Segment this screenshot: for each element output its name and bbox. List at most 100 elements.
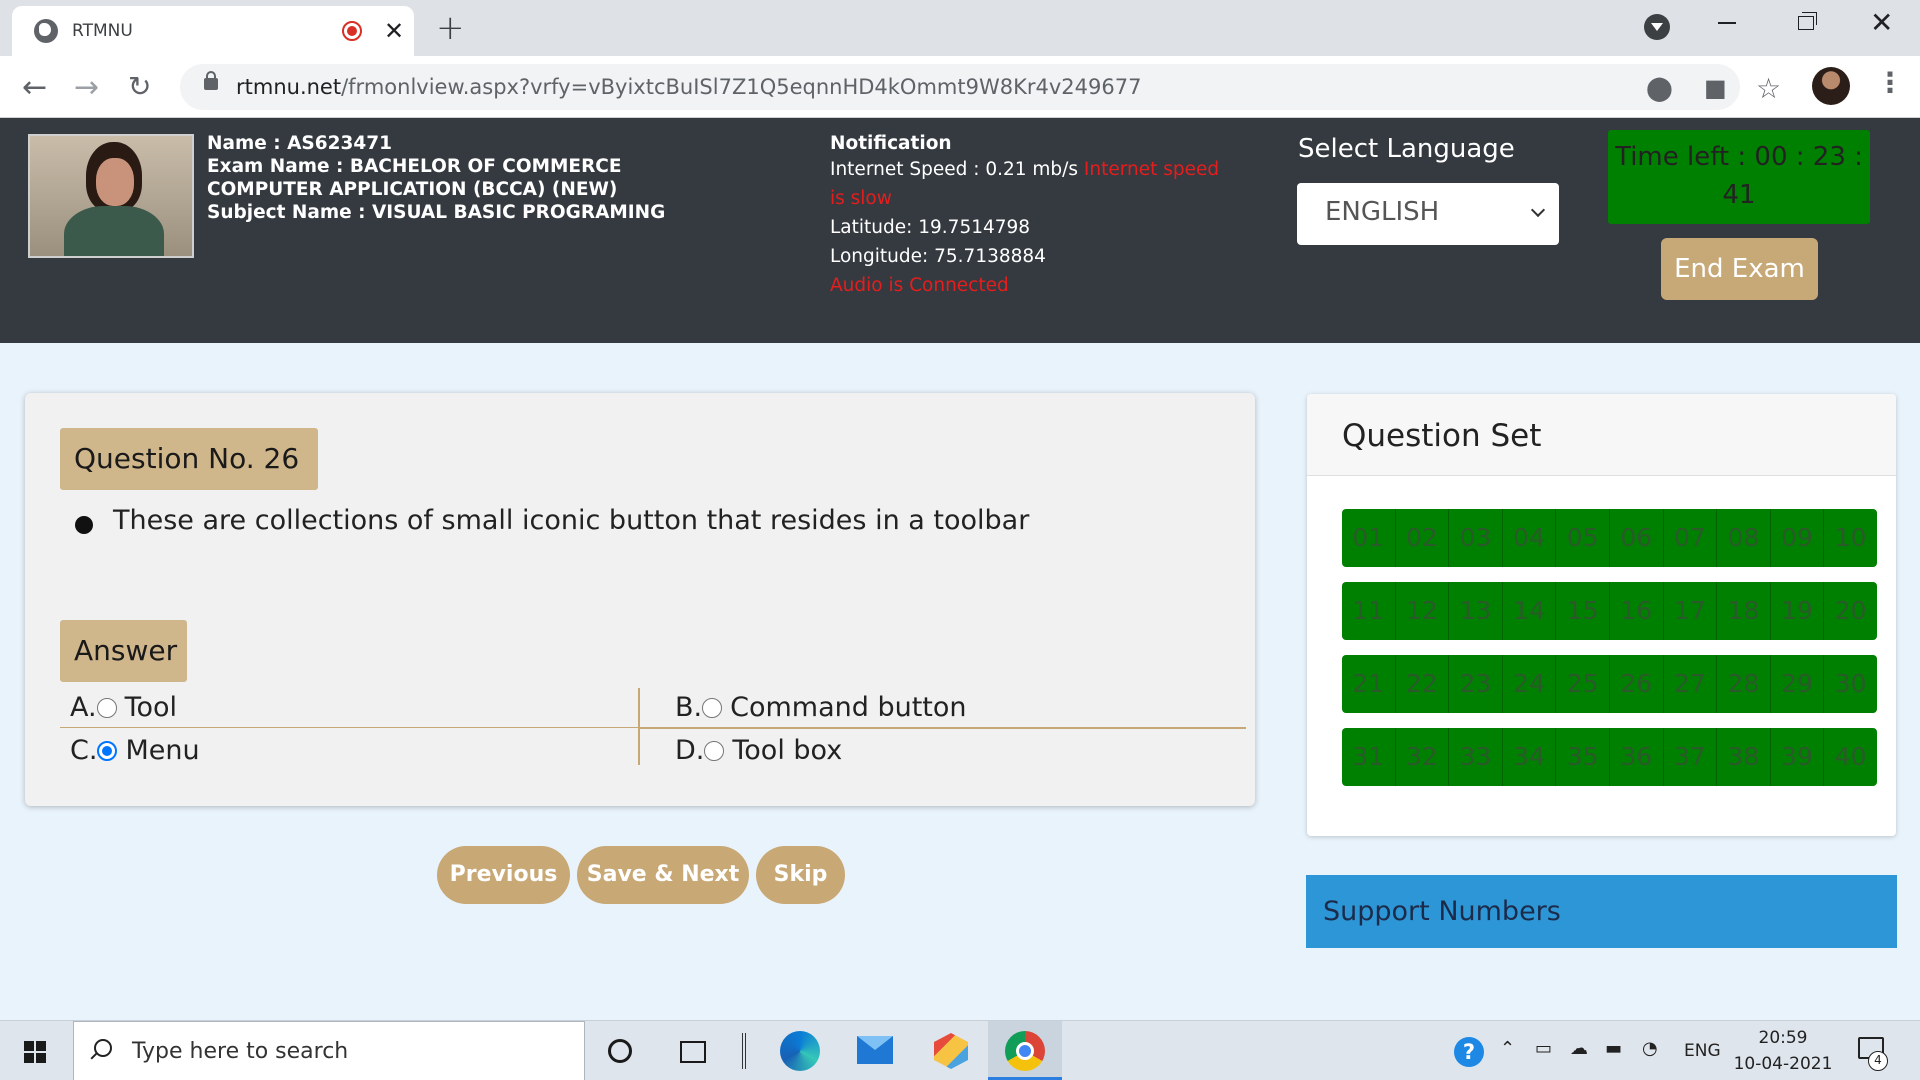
clock[interactable]: 20:59 10-04-2021 xyxy=(1730,1025,1836,1077)
question-link-29[interactable]: 29 xyxy=(1771,655,1825,713)
end-exam-button[interactable]: End Exam xyxy=(1661,238,1818,300)
question-link-35[interactable]: 35 xyxy=(1556,728,1610,786)
candidate-webcam-photo xyxy=(28,134,194,258)
windows-start-icon[interactable] xyxy=(24,1041,46,1063)
question-link-18[interactable]: 18 xyxy=(1717,582,1771,640)
question-link-24[interactable]: 24 xyxy=(1503,655,1557,713)
wifi-icon[interactable]: ◔ xyxy=(1642,1038,1658,1059)
tab-title: RTMNU xyxy=(72,21,133,41)
back-icon[interactable]: ← xyxy=(22,70,47,105)
question-link-38[interactable]: 38 xyxy=(1717,728,1771,786)
camera-icon[interactable]: ■ xyxy=(1704,74,1727,102)
mail-icon[interactable] xyxy=(857,1036,893,1064)
question-link-28[interactable]: 28 xyxy=(1717,655,1771,713)
question-link-04[interactable]: 04 xyxy=(1503,509,1557,567)
menu-dots-icon[interactable]: ⋮ xyxy=(1876,66,1904,99)
question-link-19[interactable]: 19 xyxy=(1771,582,1825,640)
tab-search-icon[interactable] xyxy=(1644,14,1670,40)
question-link-03[interactable]: 03 xyxy=(1449,509,1503,567)
question-link-27[interactable]: 27 xyxy=(1664,655,1718,713)
location-icon[interactable]: ⬤ xyxy=(1646,74,1673,102)
option-b[interactable]: B. Command button xyxy=(675,688,967,728)
skip-button[interactable]: Skip xyxy=(756,846,845,904)
radio-b[interactable] xyxy=(702,698,723,718)
save-next-button[interactable]: Save & Next xyxy=(577,846,749,904)
question-link-32[interactable]: 32 xyxy=(1396,728,1450,786)
question-set-title: Question Set xyxy=(1342,418,1542,454)
onedrive-icon[interactable]: ☁ xyxy=(1570,1038,1588,1059)
question-link-37[interactable]: 37 xyxy=(1664,728,1718,786)
cortana-icon[interactable] xyxy=(608,1039,632,1063)
question-link-13[interactable]: 13 xyxy=(1449,582,1503,640)
question-link-40[interactable]: 40 xyxy=(1824,728,1877,786)
chevron-up-icon[interactable]: ⌃ xyxy=(1500,1038,1515,1059)
chrome-icon[interactable] xyxy=(1005,1031,1045,1071)
question-link-12[interactable]: 12 xyxy=(1396,582,1450,640)
reload-icon[interactable]: ↻ xyxy=(128,70,151,103)
minimize-icon[interactable] xyxy=(1718,22,1736,24)
question-link-31[interactable]: 31 xyxy=(1342,728,1396,786)
search-placeholder: Type here to search xyxy=(132,1039,349,1064)
question-link-16[interactable]: 16 xyxy=(1610,582,1664,640)
question-link-06[interactable]: 06 xyxy=(1610,509,1664,567)
forward-icon[interactable]: → xyxy=(74,70,99,105)
language-select[interactable]: ENGLISH xyxy=(1297,183,1559,245)
radio-c[interactable] xyxy=(97,741,118,761)
question-set-header: Question Set xyxy=(1307,394,1896,476)
option-a[interactable]: A. Tool xyxy=(70,688,177,728)
question-link-15[interactable]: 15 xyxy=(1556,582,1610,640)
browser-tab[interactable]: RTMNU ✕ xyxy=(12,6,414,56)
task-view-icon[interactable] xyxy=(680,1041,706,1063)
url-field[interactable]: rtmnu.net/frmonlview.aspx?vrfy=vByixtcBu… xyxy=(180,64,1781,110)
question-link-10[interactable]: 10 xyxy=(1824,509,1877,567)
browser-tab-bar: RTMNU ✕ + ✕ xyxy=(0,0,1920,56)
question-link-11[interactable]: 11 xyxy=(1342,582,1396,640)
question-link-30[interactable]: 30 xyxy=(1824,655,1877,713)
window-close-icon[interactable]: ✕ xyxy=(1870,6,1893,39)
answer-heading: Answer xyxy=(60,620,187,682)
notification-panel: Notification Internet Speed : 0.21 mb/s … xyxy=(830,132,1230,300)
bookmark-star-icon[interactable]: ☆ xyxy=(1756,72,1781,105)
app-cube-icon[interactable] xyxy=(934,1033,968,1069)
help-icon[interactable]: ? xyxy=(1454,1037,1484,1067)
radio-a[interactable] xyxy=(96,698,117,718)
new-tab-icon[interactable]: + xyxy=(436,8,465,48)
question-link-02[interactable]: 02 xyxy=(1396,509,1450,567)
question-link-39[interactable]: 39 xyxy=(1771,728,1825,786)
question-link-17[interactable]: 17 xyxy=(1664,582,1718,640)
taskbar-search[interactable]: Type here to search xyxy=(73,1021,585,1080)
close-tab-icon[interactable]: ✕ xyxy=(384,17,404,45)
previous-button[interactable]: Previous xyxy=(437,846,570,904)
question-link-14[interactable]: 14 xyxy=(1503,582,1557,640)
question-link-22[interactable]: 22 xyxy=(1396,655,1450,713)
profile-avatar[interactable] xyxy=(1812,67,1850,105)
meet-now-icon[interactable]: ▭ xyxy=(1535,1038,1552,1059)
address-bar: ← → ↻ rtmnu.net/frmonlview.aspx?vrfy=vBy… xyxy=(0,56,1920,118)
question-link-20[interactable]: 20 xyxy=(1824,582,1877,640)
question-link-36[interactable]: 36 xyxy=(1610,728,1664,786)
question-link-25[interactable]: 25 xyxy=(1556,655,1610,713)
edge-icon[interactable] xyxy=(780,1031,820,1071)
battery-icon[interactable]: ▬ xyxy=(1605,1038,1622,1059)
question-link-09[interactable]: 09 xyxy=(1771,509,1825,567)
radio-d[interactable] xyxy=(704,741,725,761)
question-set-panel: Question Set 01 02 03 04 05 06 07 08 09 10 11 12 13 1… xyxy=(1307,394,1896,836)
question-link-21[interactable]: 21 xyxy=(1342,655,1396,713)
question-link-23[interactable]: 23 xyxy=(1449,655,1503,713)
question-grid-row: 31 32 33 34 35 36 37 38 39 40 xyxy=(1342,728,1877,786)
support-numbers-bar[interactable]: Support Numbers xyxy=(1306,875,1897,948)
option-c[interactable]: C. Menu xyxy=(70,731,200,771)
question-link-01[interactable]: 01 xyxy=(1342,509,1396,567)
longitude: Longitude: 75.7138884 xyxy=(830,246,1046,267)
question-link-26[interactable]: 26 xyxy=(1610,655,1664,713)
option-d[interactable]: D. Tool box xyxy=(675,731,842,771)
question-link-07[interactable]: 07 xyxy=(1664,509,1718,567)
globe-icon xyxy=(34,19,58,43)
question-link-08[interactable]: 08 xyxy=(1717,509,1771,567)
url-text: rtmnu.net/frmonlview.aspx?vrfy=vByixtcBu… xyxy=(236,75,1142,99)
language-indicator[interactable]: ENG xyxy=(1684,1041,1721,1061)
question-link-05[interactable]: 05 xyxy=(1556,509,1610,567)
restore-icon[interactable] xyxy=(1798,12,1817,30)
question-link-33[interactable]: 33 xyxy=(1449,728,1503,786)
question-link-34[interactable]: 34 xyxy=(1503,728,1557,786)
